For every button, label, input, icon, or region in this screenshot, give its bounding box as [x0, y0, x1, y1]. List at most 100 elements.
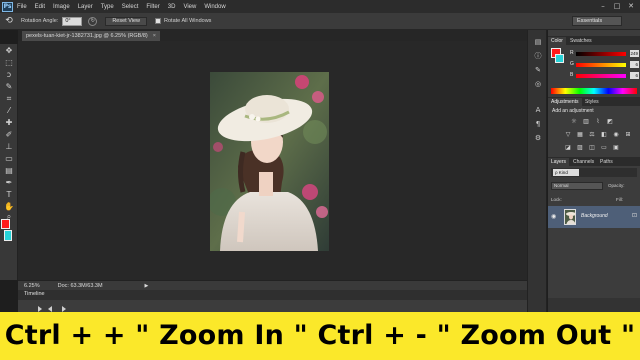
- workspace-select[interactable]: Essentials: [572, 16, 622, 26]
- add-adjustment-label: Add an adjustment: [552, 108, 594, 114]
- black-white-icon[interactable]: ◧: [600, 131, 608, 138]
- vibrance-icon[interactable]: ▽: [564, 131, 572, 138]
- menu-filter[interactable]: Filter: [146, 4, 159, 10]
- quick-select-tool-icon[interactable]: ✎: [3, 82, 15, 92]
- eyedropper-tool-icon[interactable]: ⁄: [3, 106, 15, 116]
- selective-color-icon[interactable]: ▣: [612, 144, 620, 151]
- properties-panel-icon[interactable]: ⓘ: [533, 52, 543, 61]
- timeline-panel-tab[interactable]: Timeline: [18, 290, 527, 300]
- color-panel-tabs: Color Swatches: [548, 36, 640, 45]
- reset-view-button[interactable]: Reset View: [105, 16, 148, 26]
- lasso-tool-icon[interactable]: ↄ: [3, 70, 15, 80]
- rotation-dial-icon[interactable]: ↻: [88, 16, 98, 26]
- menu-3d[interactable]: 3D: [168, 4, 176, 10]
- options-bar: ⟲ Rotation Angle: 0° ↻ Reset View Rotate…: [0, 13, 640, 30]
- visibility-eye-icon[interactable]: ◉: [551, 213, 556, 220]
- green-value-input[interactable]: 6: [630, 61, 639, 68]
- green-slider[interactable]: [576, 63, 626, 67]
- tab-channels[interactable]: Channels: [570, 158, 597, 166]
- type-tool-icon[interactable]: T: [3, 190, 15, 200]
- tab-color[interactable]: Color: [548, 37, 566, 45]
- foreground-color-swatch[interactable]: [1, 219, 10, 229]
- tab-adjustments[interactable]: Adjustments: [548, 98, 582, 106]
- clone-source-panel-icon[interactable]: ◎: [533, 80, 543, 89]
- document-tab-bar: pexels-tuan-kiet-jr-1382731.jpg @ 6.25% …: [18, 30, 527, 41]
- layer-thumbnail-image: [565, 210, 575, 224]
- blue-slider[interactable]: [576, 74, 626, 78]
- layer-kind-filter[interactable]: ρ Kind: [553, 169, 579, 176]
- close-window-button[interactable]: ✕: [624, 1, 638, 11]
- blend-mode-select[interactable]: Normal: [551, 182, 603, 190]
- rotation-angle-label: Rotation Angle:: [21, 18, 59, 24]
- brush-tool-icon[interactable]: ✐: [3, 130, 15, 140]
- curves-icon[interactable]: ⌇: [594, 118, 602, 125]
- menu-view[interactable]: View: [183, 4, 196, 10]
- character-panel-icon[interactable]: A: [533, 106, 543, 115]
- history-panel-icon[interactable]: ▤: [533, 38, 543, 47]
- menu-image[interactable]: Image: [53, 4, 70, 10]
- tab-layers[interactable]: Layers: [548, 158, 570, 166]
- layer-filter-bar: ρ Kind: [551, 168, 637, 177]
- menu-window[interactable]: Window: [204, 4, 225, 10]
- rotate-view-icon[interactable]: ⟲: [3, 15, 15, 27]
- rotation-angle-input[interactable]: 0°: [62, 16, 83, 26]
- document-tab[interactable]: pexels-tuan-kiet-jr-1382731.jpg @ 6.25% …: [22, 31, 160, 41]
- color-spectrum-ramp[interactable]: [551, 88, 637, 94]
- lock-label: Lock:: [551, 197, 562, 202]
- layer-thumbnail: [564, 209, 576, 225]
- menu-bar: Ps File Edit Image Layer Type Select Fil…: [0, 0, 640, 13]
- brush-panel-icon[interactable]: ✎: [533, 66, 543, 75]
- background-color-swatch[interactable]: [4, 230, 12, 241]
- invert-icon[interactable]: ◪: [564, 144, 572, 151]
- photoshop-window: Ps File Edit Image Layer Type Select Fil…: [0, 0, 640, 360]
- threshold-icon[interactable]: ◫: [588, 144, 596, 151]
- photoshop-logo: Ps: [2, 1, 13, 12]
- healing-brush-icon[interactable]: ✚: [3, 118, 15, 128]
- menu-file[interactable]: File: [17, 4, 27, 10]
- color-panel-background[interactable]: [555, 54, 564, 63]
- exposure-icon[interactable]: ◩: [606, 118, 614, 125]
- status-menu-arrow-icon[interactable]: ▶: [145, 283, 149, 289]
- red-slider-label: R: [570, 50, 574, 56]
- posterize-icon[interactable]: ▨: [576, 144, 584, 151]
- blue-slider-label: B: [570, 72, 574, 78]
- tab-styles[interactable]: Styles: [582, 98, 602, 106]
- red-slider[interactable]: [576, 52, 626, 56]
- paragraph-panel-icon[interactable]: ¶: [533, 120, 543, 129]
- color-balance-icon[interactable]: ⚖: [588, 131, 596, 138]
- gradient-map-icon[interactable]: ▭: [600, 144, 608, 151]
- tool-presets-panel-icon[interactable]: ⚙: [533, 134, 543, 143]
- caption-banner: Ctrl + + " Zoom In " Ctrl + - " Zoom Out…: [0, 312, 640, 360]
- photo-filter-icon[interactable]: ◉: [612, 131, 620, 138]
- gradient-tool-icon[interactable]: ▤: [3, 166, 15, 176]
- hand-tool-icon[interactable]: ✋: [3, 202, 15, 212]
- menu-edit[interactable]: Edit: [35, 4, 45, 10]
- tab-paths[interactable]: Paths: [597, 158, 616, 166]
- levels-icon[interactable]: ▥: [582, 118, 590, 125]
- clone-stamp-icon[interactable]: ⊥: [3, 142, 15, 152]
- menu-select[interactable]: Select: [122, 4, 139, 10]
- move-tool-icon[interactable]: ✥: [3, 46, 15, 56]
- tools-panel: ✥ ⬚ ↄ ✎ ⌗ ⁄ ✚ ✐ ⊥ ▭ ▤ ✒ T ✋ ⌕: [0, 44, 18, 280]
- maximize-button[interactable]: □: [610, 1, 624, 11]
- rotate-all-windows-checkbox[interactable]: [155, 18, 162, 24]
- hue-saturation-icon[interactable]: ▦: [576, 131, 584, 138]
- brightness-contrast-icon[interactable]: ☼: [570, 118, 578, 125]
- close-tab-icon[interactable]: ×: [153, 33, 156, 39]
- fill-label: Fill:: [616, 197, 623, 202]
- red-value-input[interactable]: 249: [630, 50, 639, 57]
- marquee-tool-icon[interactable]: ⬚: [3, 58, 15, 68]
- pen-tool-icon[interactable]: ✒: [3, 178, 15, 188]
- document-image[interactable]: [210, 72, 329, 251]
- tab-swatches[interactable]: Swatches: [567, 37, 595, 45]
- layer-row-background[interactable]: ◉ Background ⊡: [548, 206, 640, 228]
- channel-mixer-icon[interactable]: ⊞: [624, 131, 632, 138]
- zoom-level[interactable]: 6.25%: [24, 283, 40, 289]
- minimize-button[interactable]: –: [596, 1, 610, 11]
- menu-layer[interactable]: Layer: [78, 4, 93, 10]
- collapsed-panels-strip: ▤ ⓘ ✎ ◎ A ¶ ⚙: [527, 30, 547, 312]
- eraser-tool-icon[interactable]: ▭: [3, 154, 15, 164]
- blue-value-input[interactable]: 6: [630, 72, 639, 79]
- crop-tool-icon[interactable]: ⌗: [3, 94, 15, 104]
- menu-type[interactable]: Type: [101, 4, 114, 10]
